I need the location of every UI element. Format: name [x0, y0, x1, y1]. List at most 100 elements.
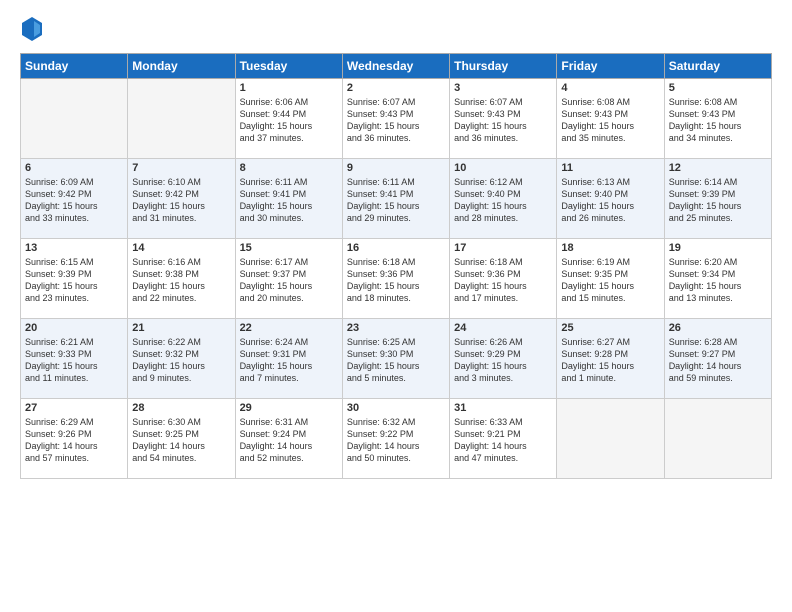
weekday-header: Friday [557, 54, 664, 79]
calendar-table: SundayMondayTuesdayWednesdayThursdayFrid… [20, 53, 772, 479]
cell-info: Sunrise: 6:20 AMSunset: 9:34 PMDaylight:… [669, 256, 767, 305]
calendar-cell: 5 Sunrise: 6:08 AMSunset: 9:43 PMDaylight… [664, 79, 771, 159]
cell-info: Sunrise: 6:08 AMSunset: 9:43 PMDaylight:… [669, 96, 767, 145]
day-number: 6 [25, 162, 123, 174]
cell-info: Sunrise: 6:21 AMSunset: 9:33 PMDaylight:… [25, 336, 123, 385]
day-number: 21 [132, 322, 230, 334]
cell-info: Sunrise: 6:14 AMSunset: 9:39 PMDaylight:… [669, 176, 767, 225]
calendar-cell: 27Sunrise: 6:29 AMSunset: 9:26 PMDayligh… [21, 399, 128, 479]
calendar-week-row: 6Sunrise: 6:09 AMSunset: 9:42 PMDaylight… [21, 159, 772, 239]
cell-info: Sunrise: 6:17 AMSunset: 9:37 PMDaylight:… [240, 256, 338, 305]
calendar-week-row: 1 Sunrise: 6:06 AMSunset: 9:44 PMDaylight… [21, 79, 772, 159]
cell-info: Sunrise: 6:29 AMSunset: 9:26 PMDaylight:… [25, 416, 123, 465]
day-number: 16 [347, 242, 445, 254]
day-number: 18 [561, 242, 659, 254]
page: SundayMondayTuesdayWednesdayThursdayFrid… [0, 0, 792, 612]
cell-info: Sunrise: 6:06 AMSunset: 9:44 PMDaylight:… [240, 96, 338, 145]
cell-info: Sunrise: 6:12 AMSunset: 9:40 PMDaylight:… [454, 176, 552, 225]
calendar-cell: 15 Sunrise: 6:17 AMSunset: 9:37 PMDayligh… [235, 239, 342, 319]
calendar-cell: 28 Sunrise: 6:30 AMSunset: 9:25 PMDayligh… [128, 399, 235, 479]
cell-info: Sunrise: 6:16 AMSunset: 9:38 PMDaylight:… [132, 256, 230, 305]
calendar-cell: 12 Sunrise: 6:14 AMSunset: 9:39 PMDayligh… [664, 159, 771, 239]
weekday-header: Thursday [450, 54, 557, 79]
cell-info: Sunrise: 6:25 AMSunset: 9:30 PMDaylight:… [347, 336, 445, 385]
header [20, 15, 772, 43]
calendar-cell: 13Sunrise: 6:15 AMSunset: 9:39 PMDayligh… [21, 239, 128, 319]
cell-info: Sunrise: 6:30 AMSunset: 9:25 PMDaylight:… [132, 416, 230, 465]
weekday-header: Sunday [21, 54, 128, 79]
cell-info: Sunrise: 6:11 AMSunset: 9:41 PMDaylight:… [240, 176, 338, 225]
weekday-header: Tuesday [235, 54, 342, 79]
cell-info: Sunrise: 6:07 AMSunset: 9:43 PMDaylight:… [454, 96, 552, 145]
day-number: 17 [454, 242, 552, 254]
cell-info: Sunrise: 6:18 AMSunset: 9:36 PMDaylight:… [454, 256, 552, 305]
calendar-cell: 30 Sunrise: 6:32 AMSunset: 9:22 PMDayligh… [342, 399, 449, 479]
cell-info: Sunrise: 6:15 AMSunset: 9:39 PMDaylight:… [25, 256, 123, 305]
logo-icon [20, 15, 44, 43]
day-number: 24 [454, 322, 552, 334]
calendar-cell: 8 Sunrise: 6:11 AMSunset: 9:41 PMDaylight… [235, 159, 342, 239]
day-number: 12 [669, 162, 767, 174]
day-number: 4 [561, 82, 659, 94]
day-number: 22 [240, 322, 338, 334]
calendar-cell [664, 399, 771, 479]
calendar-cell: 24 Sunrise: 6:26 AMSunset: 9:29 PMDayligh… [450, 319, 557, 399]
day-number: 11 [561, 162, 659, 174]
day-number: 7 [132, 162, 230, 174]
cell-info: Sunrise: 6:11 AMSunset: 9:41 PMDaylight:… [347, 176, 445, 225]
calendar-cell: 20 Sunrise: 6:21 AMSunset: 9:33 PMDayligh… [21, 319, 128, 399]
cell-info: Sunrise: 6:26 AMSunset: 9:29 PMDaylight:… [454, 336, 552, 385]
day-number: 2 [347, 82, 445, 94]
day-number: 3 [454, 82, 552, 94]
cell-info: Sunrise: 6:10 AMSunset: 9:42 PMDaylight:… [132, 176, 230, 225]
day-number: 30 [347, 402, 445, 414]
calendar-cell: 6Sunrise: 6:09 AMSunset: 9:42 PMDaylight… [21, 159, 128, 239]
day-number: 25 [561, 322, 659, 334]
weekday-header: Saturday [664, 54, 771, 79]
cell-info: Sunrise: 6:28 AMSunset: 9:27 PMDaylight:… [669, 336, 767, 385]
cell-info: Sunrise: 6:33 AMSunset: 9:21 PMDaylight:… [454, 416, 552, 465]
cell-info: Sunrise: 6:22 AMSunset: 9:32 PMDaylight:… [132, 336, 230, 385]
calendar-cell: 21 Sunrise: 6:22 AMSunset: 9:32 PMDayligh… [128, 319, 235, 399]
day-number: 15 [240, 242, 338, 254]
weekday-header: Wednesday [342, 54, 449, 79]
calendar-cell: 19 Sunrise: 6:20 AMSunset: 9:34 PMDayligh… [664, 239, 771, 319]
calendar-cell: 22Sunrise: 6:24 AMSunset: 9:31 PMDayligh… [235, 319, 342, 399]
day-number: 8 [240, 162, 338, 174]
day-number: 1 [240, 82, 338, 94]
day-number: 28 [132, 402, 230, 414]
calendar-cell: 18Sunrise: 6:19 AMSunset: 9:35 PMDayligh… [557, 239, 664, 319]
calendar-week-row: 27Sunrise: 6:29 AMSunset: 9:26 PMDayligh… [21, 399, 772, 479]
day-number: 5 [669, 82, 767, 94]
calendar-cell: 9 Sunrise: 6:11 AMSunset: 9:41 PMDaylight… [342, 159, 449, 239]
cell-info: Sunrise: 6:31 AMSunset: 9:24 PMDaylight:… [240, 416, 338, 465]
day-number: 9 [347, 162, 445, 174]
cell-info: Sunrise: 6:32 AMSunset: 9:22 PMDaylight:… [347, 416, 445, 465]
calendar-cell: 7 Sunrise: 6:10 AMSunset: 9:42 PMDaylight… [128, 159, 235, 239]
calendar-cell: 16 Sunrise: 6:18 AMSunset: 9:36 PMDayligh… [342, 239, 449, 319]
calendar-cell: 1 Sunrise: 6:06 AMSunset: 9:44 PMDaylight… [235, 79, 342, 159]
day-number: 26 [669, 322, 767, 334]
weekday-header: Monday [128, 54, 235, 79]
calendar-cell: 14 Sunrise: 6:16 AMSunset: 9:38 PMDayligh… [128, 239, 235, 319]
calendar-cell: 2 Sunrise: 6:07 AMSunset: 9:43 PMDaylight… [342, 79, 449, 159]
cell-info: Sunrise: 6:08 AMSunset: 9:43 PMDaylight:… [561, 96, 659, 145]
day-number: 20 [25, 322, 123, 334]
day-number: 23 [347, 322, 445, 334]
calendar-week-row: 13Sunrise: 6:15 AMSunset: 9:39 PMDayligh… [21, 239, 772, 319]
calendar-cell [21, 79, 128, 159]
weekday-header-row: SundayMondayTuesdayWednesdayThursdayFrid… [21, 54, 772, 79]
cell-info: Sunrise: 6:07 AMSunset: 9:43 PMDaylight:… [347, 96, 445, 145]
calendar-cell: 4 Sunrise: 6:08 AMSunset: 9:43 PMDaylight… [557, 79, 664, 159]
day-number: 14 [132, 242, 230, 254]
calendar-week-row: 20 Sunrise: 6:21 AMSunset: 9:33 PMDayligh… [21, 319, 772, 399]
day-number: 31 [454, 402, 552, 414]
calendar-cell: 17 Sunrise: 6:18 AMSunset: 9:36 PMDayligh… [450, 239, 557, 319]
calendar-cell: 10 Sunrise: 6:12 AMSunset: 9:40 PMDayligh… [450, 159, 557, 239]
day-number: 19 [669, 242, 767, 254]
cell-info: Sunrise: 6:18 AMSunset: 9:36 PMDaylight:… [347, 256, 445, 305]
calendar-cell [128, 79, 235, 159]
calendar-cell: 25Sunrise: 6:27 AMSunset: 9:28 PMDayligh… [557, 319, 664, 399]
calendar-cell: 3 Sunrise: 6:07 AMSunset: 9:43 PMDaylight… [450, 79, 557, 159]
day-number: 10 [454, 162, 552, 174]
